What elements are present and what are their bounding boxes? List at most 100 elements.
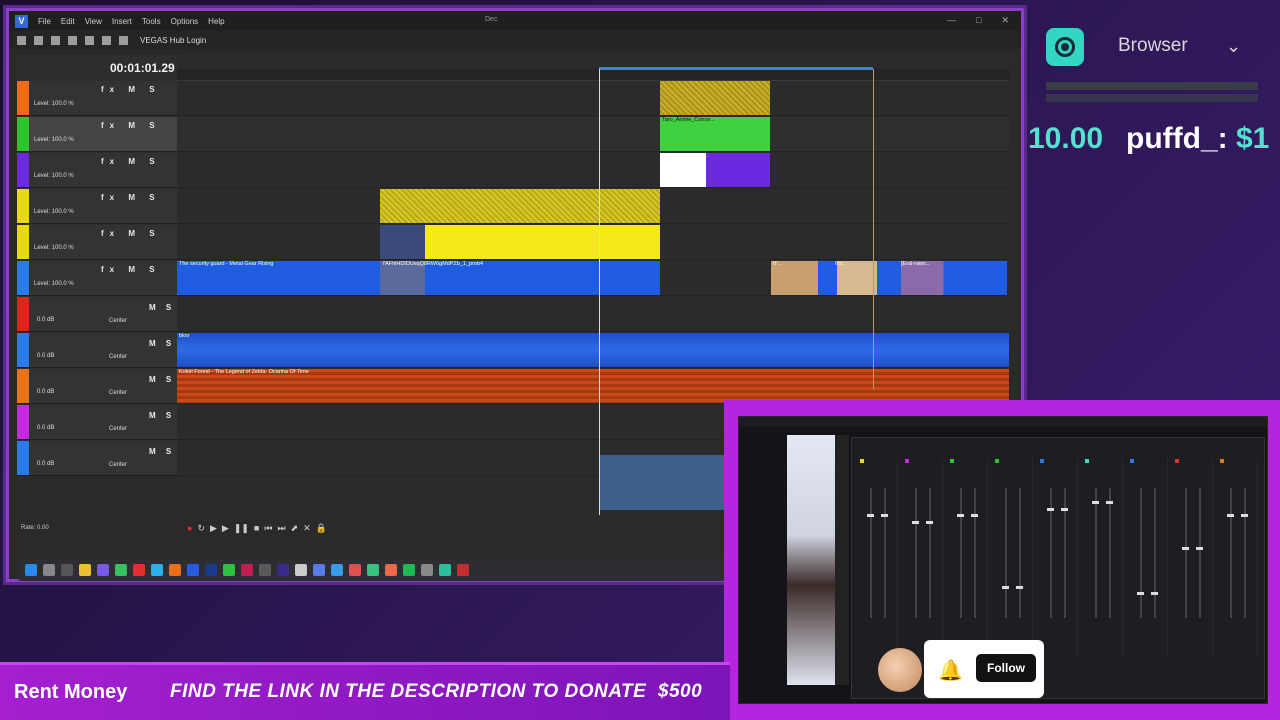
fader-track[interactable] <box>974 488 976 618</box>
mixer-channel[interactable] <box>948 458 988 658</box>
fader-track[interactable] <box>870 488 872 618</box>
taskview-icon[interactable] <box>61 564 73 576</box>
fader-track[interactable] <box>1140 488 1142 618</box>
track-buttons[interactable]: fx M S <box>101 265 161 274</box>
app-icon[interactable] <box>439 564 451 576</box>
fader-track[interactable] <box>1109 488 1111 618</box>
mixer-channel[interactable] <box>993 458 1033 658</box>
app-icon[interactable] <box>259 564 271 576</box>
audio-lane[interactable] <box>177 297 1009 332</box>
fader-track[interactable] <box>884 488 886 618</box>
fader-track[interactable] <box>1199 488 1201 618</box>
track-lane[interactable] <box>177 189 1009 224</box>
playhead-cursor[interactable] <box>599 69 600 515</box>
time-ruler[interactable] <box>177 69 1009 81</box>
video-track-header[interactable]: fx M S Level: 100.0 % <box>17 117 177 152</box>
cursor-tool-icon[interactable]: ⬈ <box>291 523 299 534</box>
app-icon[interactable] <box>133 564 145 576</box>
mixer-channel[interactable] <box>858 458 898 658</box>
undo-icon[interactable] <box>102 35 111 45</box>
video-track-header[interactable]: fx M S Level: 100.0 % <box>17 153 177 188</box>
audio-track-header[interactable]: M S 0.0 dB Center <box>17 297 177 332</box>
fader-track[interactable] <box>1185 488 1187 618</box>
mute-solo-buttons[interactable]: M S <box>149 303 175 312</box>
app-icon[interactable] <box>385 564 397 576</box>
track-lane[interactable] <box>177 81 1009 116</box>
menu-file[interactable]: File <box>38 17 51 26</box>
app-icon[interactable] <box>97 564 109 576</box>
fader-track[interactable] <box>929 488 931 618</box>
menu-help[interactable]: Help <box>208 17 224 26</box>
mixer-channel[interactable] <box>1218 458 1258 658</box>
menu-tools[interactable]: Tools <box>142 17 161 26</box>
solid-color-clip[interactable]: VEGAS Solid Co... <box>660 153 770 187</box>
video-track-header[interactable]: fx M S Level: 100.0 % <box>17 81 177 116</box>
mixer-channel[interactable] <box>1128 458 1168 658</box>
fader-knob[interactable] <box>1016 585 1023 589</box>
app-icon[interactable] <box>115 564 127 576</box>
fader-knob[interactable] <box>957 514 964 517</box>
app-icon[interactable] <box>295 564 307 576</box>
video-clip-security[interactable]: The security guard - Metal Gear Rising <box>177 261 380 295</box>
new-icon[interactable] <box>17 35 26 45</box>
search-icon[interactable] <box>43 564 55 576</box>
fader-track[interactable] <box>960 488 962 618</box>
mixer-channel[interactable] <box>1038 458 1078 658</box>
properties-icon[interactable] <box>68 35 77 45</box>
pause-icon[interactable]: ❚❚ <box>234 523 249 534</box>
mixer-channel[interactable] <box>903 458 943 658</box>
mixer-channel[interactable] <box>1173 458 1213 658</box>
track-buttons[interactable]: fx M S <box>101 85 161 94</box>
video-clip[interactable] <box>660 81 770 115</box>
fader-track[interactable] <box>1005 488 1007 618</box>
maximize-icon[interactable]: □ <box>976 15 981 26</box>
fader-knob[interactable] <box>1106 501 1113 504</box>
app-icon[interactable] <box>421 564 433 576</box>
audio-clip-bloo[interactable]: bloo <box>177 333 1009 367</box>
follow-button[interactable]: Follow <box>976 654 1036 682</box>
next-frame-icon[interactable]: ⏭ <box>277 523 285 534</box>
audio-lane[interactable]: Kokiri Forest - The Legend of Zelda- Oca… <box>177 369 1009 404</box>
open-icon[interactable] <box>34 35 43 45</box>
mute-solo-buttons[interactable]: M S <box>149 339 175 348</box>
lock-icon[interactable]: 🔒 <box>316 523 327 534</box>
fader-track[interactable] <box>1154 488 1156 618</box>
video-track-header[interactable]: fx M S Level: 100.0 % <box>17 225 177 260</box>
hub-login-link[interactable]: VEGAS Hub Login <box>140 36 206 45</box>
track-buttons[interactable]: fx M S <box>101 121 161 130</box>
previous-frame-icon[interactable]: ⏮ <box>264 523 272 534</box>
fader-knob[interactable] <box>1151 592 1158 595</box>
vegas-icon[interactable] <box>187 564 199 576</box>
video-track-header[interactable]: fx M S Level: 100.0 % <box>17 189 177 224</box>
mute-solo-buttons[interactable]: M S <box>149 411 175 420</box>
fader-knob[interactable] <box>1047 507 1054 511</box>
redo-icon[interactable] <box>119 35 128 45</box>
fader-track[interactable] <box>1230 488 1232 618</box>
fader-knob[interactable] <box>912 520 919 524</box>
fader-knob[interactable] <box>1241 514 1248 517</box>
track-lane[interactable]: Taro_Anime_Conce... <box>177 117 1009 152</box>
discord-icon[interactable] <box>313 564 325 576</box>
close-icon[interactable]: ✕ <box>1001 15 1009 26</box>
stop-icon[interactable]: ■ <box>254 523 259 533</box>
fader-knob[interactable] <box>1196 546 1203 550</box>
edge-icon[interactable] <box>151 564 163 576</box>
video-clip[interactable] <box>380 225 660 259</box>
audio-track-header[interactable]: M S 0.0 dB Center <box>17 441 177 476</box>
video-track-header[interactable]: fx M S Level: 100.0 % <box>17 261 177 296</box>
audio-track-header[interactable]: M S 0.0 dB Center <box>17 405 177 440</box>
folder-icon[interactable] <box>79 564 91 576</box>
minimize-icon[interactable]: — <box>947 15 956 26</box>
fader-knob[interactable] <box>926 520 933 524</box>
fader-knob[interactable] <box>881 514 888 517</box>
app-icon[interactable] <box>457 564 469 576</box>
audio-track-header[interactable]: M S 0.0 dB Center <box>17 333 177 368</box>
menu-edit[interactable]: Edit <box>61 17 75 26</box>
save-icon[interactable] <box>51 35 60 45</box>
menu-insert[interactable]: Insert <box>112 17 132 26</box>
audio-lane[interactable]: bloo <box>177 333 1009 368</box>
spotify-icon[interactable] <box>403 564 415 576</box>
app-icon[interactable] <box>223 564 235 576</box>
settings-icon[interactable] <box>85 35 94 45</box>
obs-icon[interactable] <box>367 564 379 576</box>
